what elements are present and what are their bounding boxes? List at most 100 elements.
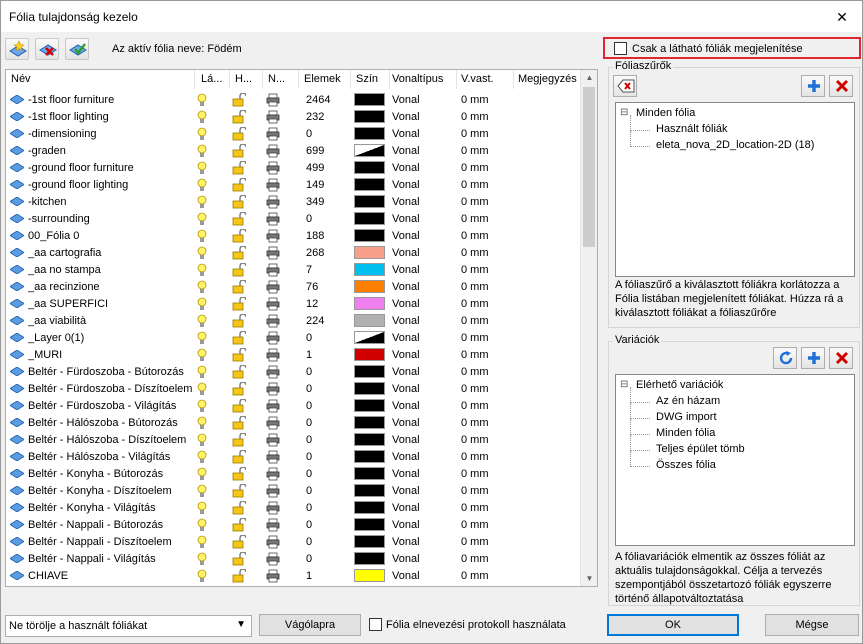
table-row[interactable]: _aa no stampa 7 Vonal 0 mm	[6, 262, 581, 279]
table-row[interactable]: Beltér - Hálószoba - Bútorozás 0 Vonal 0 mm	[6, 415, 581, 432]
lock-icon[interactable]	[232, 143, 247, 158]
visibility-bulb-icon[interactable]	[195, 331, 209, 345]
visibility-bulb-icon[interactable]	[195, 535, 209, 549]
column-header-print[interactable]: N...	[268, 73, 296, 85]
scrollbar-thumb[interactable]	[583, 87, 595, 247]
delete-variation-button[interactable]	[829, 347, 853, 369]
lock-icon[interactable]	[232, 330, 247, 345]
tree-expander-icon[interactable]: ⊟	[620, 107, 628, 118]
lock-icon[interactable]	[232, 432, 247, 447]
color-swatch[interactable]	[354, 365, 385, 378]
color-swatch[interactable]	[354, 399, 385, 412]
lock-icon[interactable]	[232, 279, 247, 294]
add-variation-button[interactable]	[801, 347, 825, 369]
visibility-bulb-icon[interactable]	[195, 195, 209, 209]
table-row[interactable]: -ground floor furniture 499 Vonal 0 mm	[6, 160, 581, 177]
clipboard-button[interactable]: Vágólapra	[259, 614, 361, 636]
table-row[interactable]: _aa viabilità 224 Vonal 0 mm	[6, 313, 581, 330]
color-swatch[interactable]	[354, 382, 385, 395]
visibility-bulb-icon[interactable]	[195, 399, 209, 413]
tree-item[interactable]: Minden fólia	[656, 427, 715, 439]
table-row[interactable]: Beltér - Nappali - Bútorozás 0 Vonal 0 mm	[6, 517, 581, 534]
add-filter-button[interactable]	[801, 75, 825, 97]
printer-icon[interactable]	[266, 416, 280, 430]
column-header-elements[interactable]: Elemek	[304, 73, 349, 85]
naming-protocol-checkbox[interactable]: Fólia elnevezési protokoll használata	[369, 616, 569, 634]
printer-icon[interactable]	[266, 280, 280, 294]
lock-icon[interactable]	[232, 398, 247, 413]
table-row[interactable]: -ground floor lighting 149 Vonal 0 mm	[6, 177, 581, 194]
cancel-button[interactable]: Mégse	[765, 614, 859, 636]
table-row[interactable]: -1st floor furniture 2464 Vonal 0 mm	[6, 92, 581, 109]
printer-icon[interactable]	[266, 569, 280, 583]
lock-icon[interactable]	[232, 551, 247, 566]
tree-item[interactable]: Összes fólia	[656, 459, 716, 471]
color-swatch[interactable]	[354, 348, 385, 361]
color-swatch[interactable]	[354, 93, 385, 106]
printer-icon[interactable]	[266, 552, 280, 566]
printer-icon[interactable]	[266, 535, 280, 549]
printer-icon[interactable]	[266, 263, 280, 277]
printer-icon[interactable]	[266, 93, 280, 107]
color-swatch[interactable]	[354, 416, 385, 429]
table-row[interactable]: 00_Fólia 0 188 Vonal 0 mm	[6, 228, 581, 245]
column-header-name[interactable]: Név	[11, 73, 191, 85]
delete-policy-select[interactable]: Ne törölje a használt fóliákat ▼	[5, 615, 252, 637]
printer-icon[interactable]	[266, 331, 280, 345]
color-swatch[interactable]	[354, 229, 385, 242]
table-row[interactable]: Beltér - Nappali - Világítás 0 Vonal 0 mm	[6, 551, 581, 568]
tree-expander-icon[interactable]: ⊟	[620, 379, 628, 390]
visibility-bulb-icon[interactable]	[195, 365, 209, 379]
column-header-color[interactable]: Szín	[356, 73, 388, 85]
lock-icon[interactable]	[232, 109, 247, 124]
close-button[interactable]: ✕	[834, 9, 850, 25]
table-row[interactable]: -dimensioning 0 Vonal 0 mm	[6, 126, 581, 143]
table-row[interactable]: -graden 699 Vonal 0 mm	[6, 143, 581, 160]
printer-icon[interactable]	[266, 246, 280, 260]
table-row[interactable]: Beltér - Konyha - Bútorozás 0 Vonal 0 mm	[6, 466, 581, 483]
printer-icon[interactable]	[266, 144, 280, 158]
table-row[interactable]: Beltér - Hálószoba - Világítás 0 Vonal 0 mm	[6, 449, 581, 466]
printer-icon[interactable]	[266, 450, 280, 464]
table-row[interactable]: Beltér - Konyha - Díszítoelem 0 Vonal 0 mm	[6, 483, 581, 500]
accept-layer-button[interactable]	[65, 38, 89, 60]
tree-item[interactable]: Használt fóliák	[656, 123, 728, 135]
color-swatch[interactable]	[354, 484, 385, 497]
column-header-note[interactable]: Megjegyzés	[518, 73, 580, 85]
printer-icon[interactable]	[266, 127, 280, 141]
lock-icon[interactable]	[232, 364, 247, 379]
visibility-bulb-icon[interactable]	[195, 212, 209, 226]
lock-icon[interactable]	[232, 568, 247, 583]
color-swatch[interactable]	[354, 433, 385, 446]
visibility-bulb-icon[interactable]	[195, 484, 209, 498]
color-swatch[interactable]	[354, 280, 385, 293]
lock-icon[interactable]	[232, 126, 247, 141]
tree-item[interactable]: eleta_nova_2D_location-2D (18)	[656, 139, 814, 151]
color-swatch[interactable]	[354, 246, 385, 259]
color-swatch[interactable]	[354, 178, 385, 191]
tree-item[interactable]: Az én házam	[656, 395, 720, 407]
visibility-bulb-icon[interactable]	[195, 178, 209, 192]
printer-icon[interactable]	[266, 399, 280, 413]
lock-icon[interactable]	[232, 500, 247, 515]
color-swatch[interactable]	[354, 467, 385, 480]
new-layer-button[interactable]	[5, 38, 29, 60]
lock-icon[interactable]	[232, 415, 247, 430]
visibility-bulb-icon[interactable]	[195, 127, 209, 141]
visibility-bulb-icon[interactable]	[195, 569, 209, 583]
table-row[interactable]: Beltér - Fürdoszoba - Díszítoelem 0 Vonal 0…	[6, 381, 581, 398]
table-row[interactable]: _aa cartografia 268 Vonal 0 mm	[6, 245, 581, 262]
visibility-bulb-icon[interactable]	[195, 382, 209, 396]
visibility-bulb-icon[interactable]	[195, 110, 209, 124]
lock-icon[interactable]	[232, 483, 247, 498]
visibility-bulb-icon[interactable]	[195, 246, 209, 260]
color-swatch[interactable]	[354, 314, 385, 327]
color-swatch[interactable]	[354, 144, 385, 157]
visible-only-checkbox[interactable]: Csak a látható fóliák megjelenítése	[603, 37, 861, 59]
printer-icon[interactable]	[266, 212, 280, 226]
refresh-variation-button[interactable]	[773, 347, 797, 369]
printer-icon[interactable]	[266, 484, 280, 498]
printer-icon[interactable]	[266, 178, 280, 192]
visibility-bulb-icon[interactable]	[195, 552, 209, 566]
printer-icon[interactable]	[266, 433, 280, 447]
